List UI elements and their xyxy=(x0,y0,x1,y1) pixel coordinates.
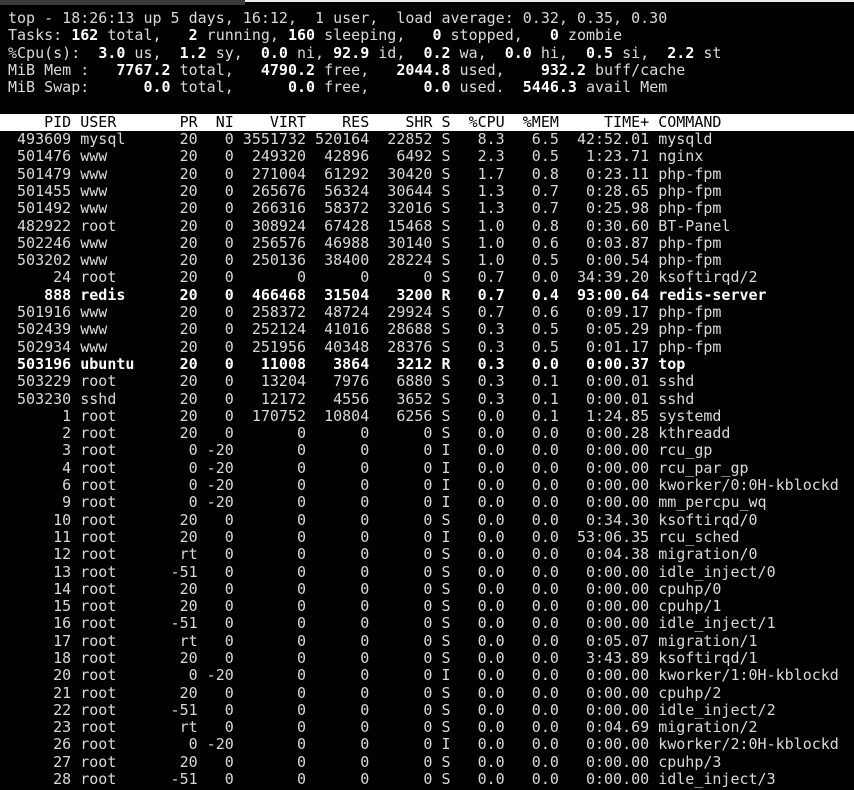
summary-value: 7767.2 xyxy=(116,60,171,79)
process-table: 493609 mysql 20 0 3551732 520164 22852 S… xyxy=(0,130,854,789)
summary-value: 0.0 xyxy=(504,43,532,62)
summary-value: 160 xyxy=(287,26,316,45)
window-titlebar-fragment xyxy=(0,0,245,5)
process-table-header-row: PID USER PR NI VIRT RES SHR S %CPU %MEM … xyxy=(0,113,854,132)
summary-label: id, xyxy=(369,43,424,62)
summary-label: ni, xyxy=(287,43,334,62)
process-row: 501916 www 20 0 258372 48724 29924 S 0.7… xyxy=(8,303,722,322)
summary-line: MiB Swap: 0.0 total, 0.0 free, 0.0 used.… xyxy=(0,79,854,96)
summary-label: hi, xyxy=(531,43,586,62)
summary-value: 0.0 xyxy=(260,43,288,62)
process-row: 20 root 0 -20 0 0 0 I 0.0 0.0 0:00.00 kw… xyxy=(8,666,839,685)
process-row: 21 root 20 0 0 0 0 S 0.0 0.0 0:00.00 cpu… xyxy=(8,683,722,702)
process-row: 23 root rt 0 0 0 0 S 0.0 0.0 0:04.69 mig… xyxy=(8,718,758,737)
process-row: 18 root 20 0 0 0 0 S 0.0 0.0 3:43.89 kso… xyxy=(8,648,758,667)
process-row: 17 root rt 0 0 0 0 S 0.0 0.0 0:05.07 mig… xyxy=(8,631,758,650)
summary-line: Tasks: 162 total, 2 running, 160 sleepin… xyxy=(0,27,854,44)
process-row: 4 root 0 -20 0 0 0 I 0.0 0.0 0:00.00 rcu… xyxy=(8,458,749,477)
process-row: 24 root 20 0 0 0 0 S 0.7 0.0 34:39.20 ks… xyxy=(8,268,758,287)
summary-line: top - 18:26:13 up 5 days, 16:12, 1 user,… xyxy=(0,9,854,27)
summary-label: %Cpu(s): xyxy=(8,43,99,62)
process-row: 503196 ubuntu 20 0 11008 3864 3212 R 0.3… xyxy=(8,354,686,373)
process-row: 28 root -51 0 0 0 0 S 0.0 0.0 0:00.00 id… xyxy=(8,770,776,789)
process-row: 501455 www 20 0 265676 56324 30644 S 1.3… xyxy=(8,181,722,200)
process-row: 12 root rt 0 0 0 0 S 0.0 0.0 0:04.38 mig… xyxy=(8,545,758,564)
process-row: 503229 root 20 0 13204 7976 6880 S 0.3 0… xyxy=(8,372,695,391)
top-summary-block: top - 18:26:13 up 5 days, 16:12, 1 user,… xyxy=(0,9,854,96)
process-row: 502934 www 20 0 251956 40348 28376 S 0.3… xyxy=(8,337,722,356)
process-row: 3 root 0 -20 0 0 0 I 0.0 0.0 0:00.00 rcu… xyxy=(8,441,713,460)
summary-value: 0.5 xyxy=(586,43,614,62)
summary-label: total, xyxy=(170,60,261,79)
summary-label: MiB Swap: xyxy=(8,78,144,97)
summary-value: 3.0 xyxy=(98,43,126,62)
summary-line: MiB Mem : 7767.2 total, 4790.2 free, 204… xyxy=(0,60,854,79)
summary-value: 4790.2 xyxy=(260,60,316,79)
terminal-screen[interactable]: top - 18:26:13 up 5 days, 16:12, 1 user,… xyxy=(0,0,854,790)
process-row: 9 root 0 -20 0 0 0 I 0.0 0.0 0:00.00 mm_… xyxy=(8,493,767,512)
process-row: 503202 www 20 0 250136 38400 28224 S 1.0… xyxy=(8,251,722,270)
summary-label: MiB Mem : xyxy=(8,60,117,79)
summary-value: 0.2 xyxy=(423,43,451,62)
process-row: 10 root 20 0 0 0 0 S 0.0 0.0 0:34.30 kso… xyxy=(8,510,758,529)
process-row: 1 root 20 0 170752 10804 6256 S 0.0 0.1 … xyxy=(8,406,722,425)
process-row: 2 root 20 0 0 0 0 S 0.0 0.0 0:00.28 kthr… xyxy=(8,424,731,443)
summary-label: Tasks: xyxy=(8,26,72,45)
summary-value: 0.0 xyxy=(423,78,451,97)
process-row: 502246 www 20 0 256576 46988 30140 S 1.0… xyxy=(8,233,722,252)
process-row: 26 root 0 -20 0 0 0 I 0.0 0.0 0:00.00 kw… xyxy=(8,735,839,754)
summary-label: used. xyxy=(450,78,523,97)
summary-value: 0 xyxy=(549,26,559,45)
process-row: 502439 www 20 0 252124 41016 28688 S 0.3… xyxy=(8,320,722,339)
summary-label: wa, xyxy=(450,43,505,62)
summary-label: total, xyxy=(170,78,288,97)
summary-label: us, xyxy=(125,43,180,62)
process-row: 888 redis 20 0 466468 31504 3200 R 0.7 0… xyxy=(8,285,767,304)
summary-value: 92.9 xyxy=(333,43,370,62)
process-row: 501492 www 20 0 266316 58372 32016 S 1.3… xyxy=(8,199,722,218)
window-edge-highlight xyxy=(245,0,854,2)
process-row: 11 root 20 0 0 0 0 I 0.0 0.0 53:06.35 rc… xyxy=(8,527,740,546)
process-row: 16 root -51 0 0 0 0 S 0.0 0.0 0:00.00 id… xyxy=(8,614,776,633)
process-row: 482922 root 20 0 308924 67428 15468 S 1.… xyxy=(8,216,731,235)
process-row: 501476 www 20 0 249320 42896 6492 S 2.3 … xyxy=(8,147,704,166)
summary-line: %Cpu(s): 3.0 us, 1.2 sy, 0.0 ni, 92.9 id… xyxy=(0,43,854,62)
summary-label: sleeping, xyxy=(315,26,433,45)
summary-label: used, xyxy=(450,60,541,79)
summary-value: 0.0 xyxy=(287,78,316,97)
summary-label: buff/cache xyxy=(586,60,686,79)
summary-label: free, xyxy=(315,78,424,97)
summary-value: 2044.8 xyxy=(396,60,451,79)
top-output: top - 18:26:13 up 5 days, 16:12, 1 user,… xyxy=(0,6,854,788)
summary-label: sy, xyxy=(206,43,261,62)
summary-label: si, xyxy=(613,43,668,62)
process-row: 6 root 0 -20 0 0 0 I 0.0 0.0 0:00.00 kwo… xyxy=(8,476,839,495)
summary-label: st xyxy=(694,43,722,62)
summary-label: total, xyxy=(98,26,189,45)
process-row: 22 root -51 0 0 0 0 S 0.0 0.0 0:00.00 id… xyxy=(8,700,776,719)
summary-value: 0 xyxy=(432,26,442,45)
summary-label: top - 18:26:13 up 5 days, 16:12, 1 user,… xyxy=(8,9,668,27)
summary-label: zombie xyxy=(558,26,623,45)
summary-value: 5446.3 xyxy=(522,78,577,97)
process-row: 27 root 20 0 0 0 0 S 0.0 0.0 0:00.00 cpu… xyxy=(8,752,722,771)
process-row: 501479 www 20 0 271004 61292 30420 S 1.7… xyxy=(8,164,722,183)
process-row: 13 root -51 0 0 0 0 S 0.0 0.0 0:00.00 id… xyxy=(8,562,776,581)
summary-value: 2 xyxy=(188,26,198,45)
process-row: 14 root 20 0 0 0 0 S 0.0 0.0 0:00.00 cpu… xyxy=(8,579,722,598)
process-row: 15 root 20 0 0 0 0 S 0.0 0.0 0:00.00 cpu… xyxy=(8,597,722,616)
summary-value: 162 xyxy=(71,26,99,45)
summary-label: free, xyxy=(315,60,397,79)
summary-value: 1.2 xyxy=(179,43,207,62)
summary-label: stopped, xyxy=(441,26,550,45)
summary-value: 932.2 xyxy=(540,60,586,79)
summary-value: 2.2 xyxy=(667,43,695,62)
process-row: 493609 mysql 20 0 3551732 520164 22852 S… xyxy=(8,130,713,149)
process-row: 503230 sshd 20 0 12172 4556 3652 S 0.3 0… xyxy=(8,389,695,408)
summary-value: 0.0 xyxy=(143,78,171,97)
summary-label: running, xyxy=(197,26,288,45)
summary-label: avail Mem xyxy=(576,78,668,97)
